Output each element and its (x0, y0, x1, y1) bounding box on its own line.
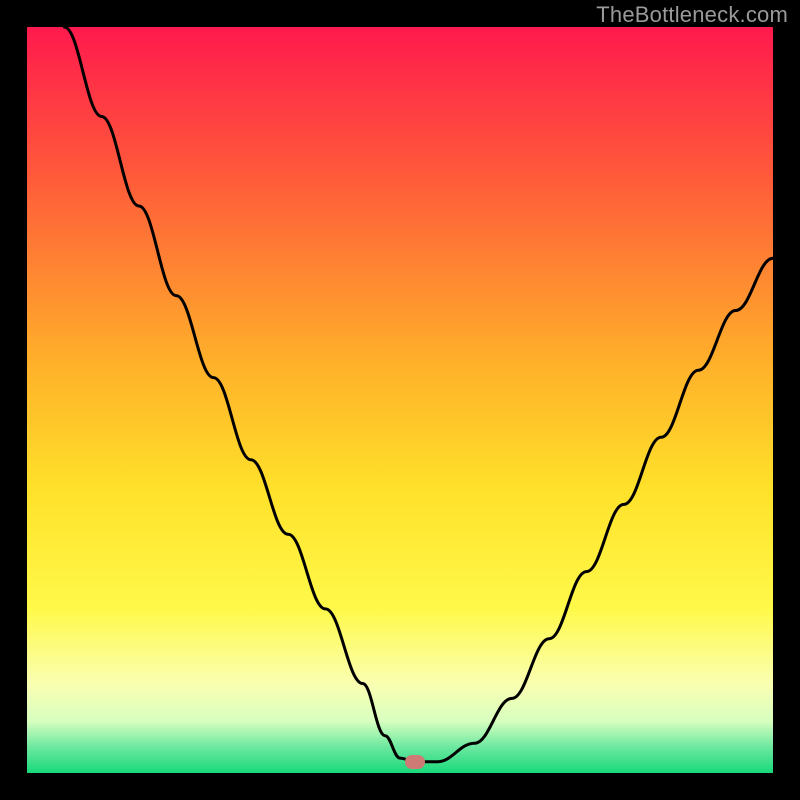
chart-frame: TheBottleneck.com (0, 0, 800, 800)
bottleneck-plot (27, 27, 773, 773)
watermark-text: TheBottleneck.com (596, 2, 788, 28)
optimal-point-marker (405, 755, 425, 769)
gradient-rect (27, 27, 773, 773)
